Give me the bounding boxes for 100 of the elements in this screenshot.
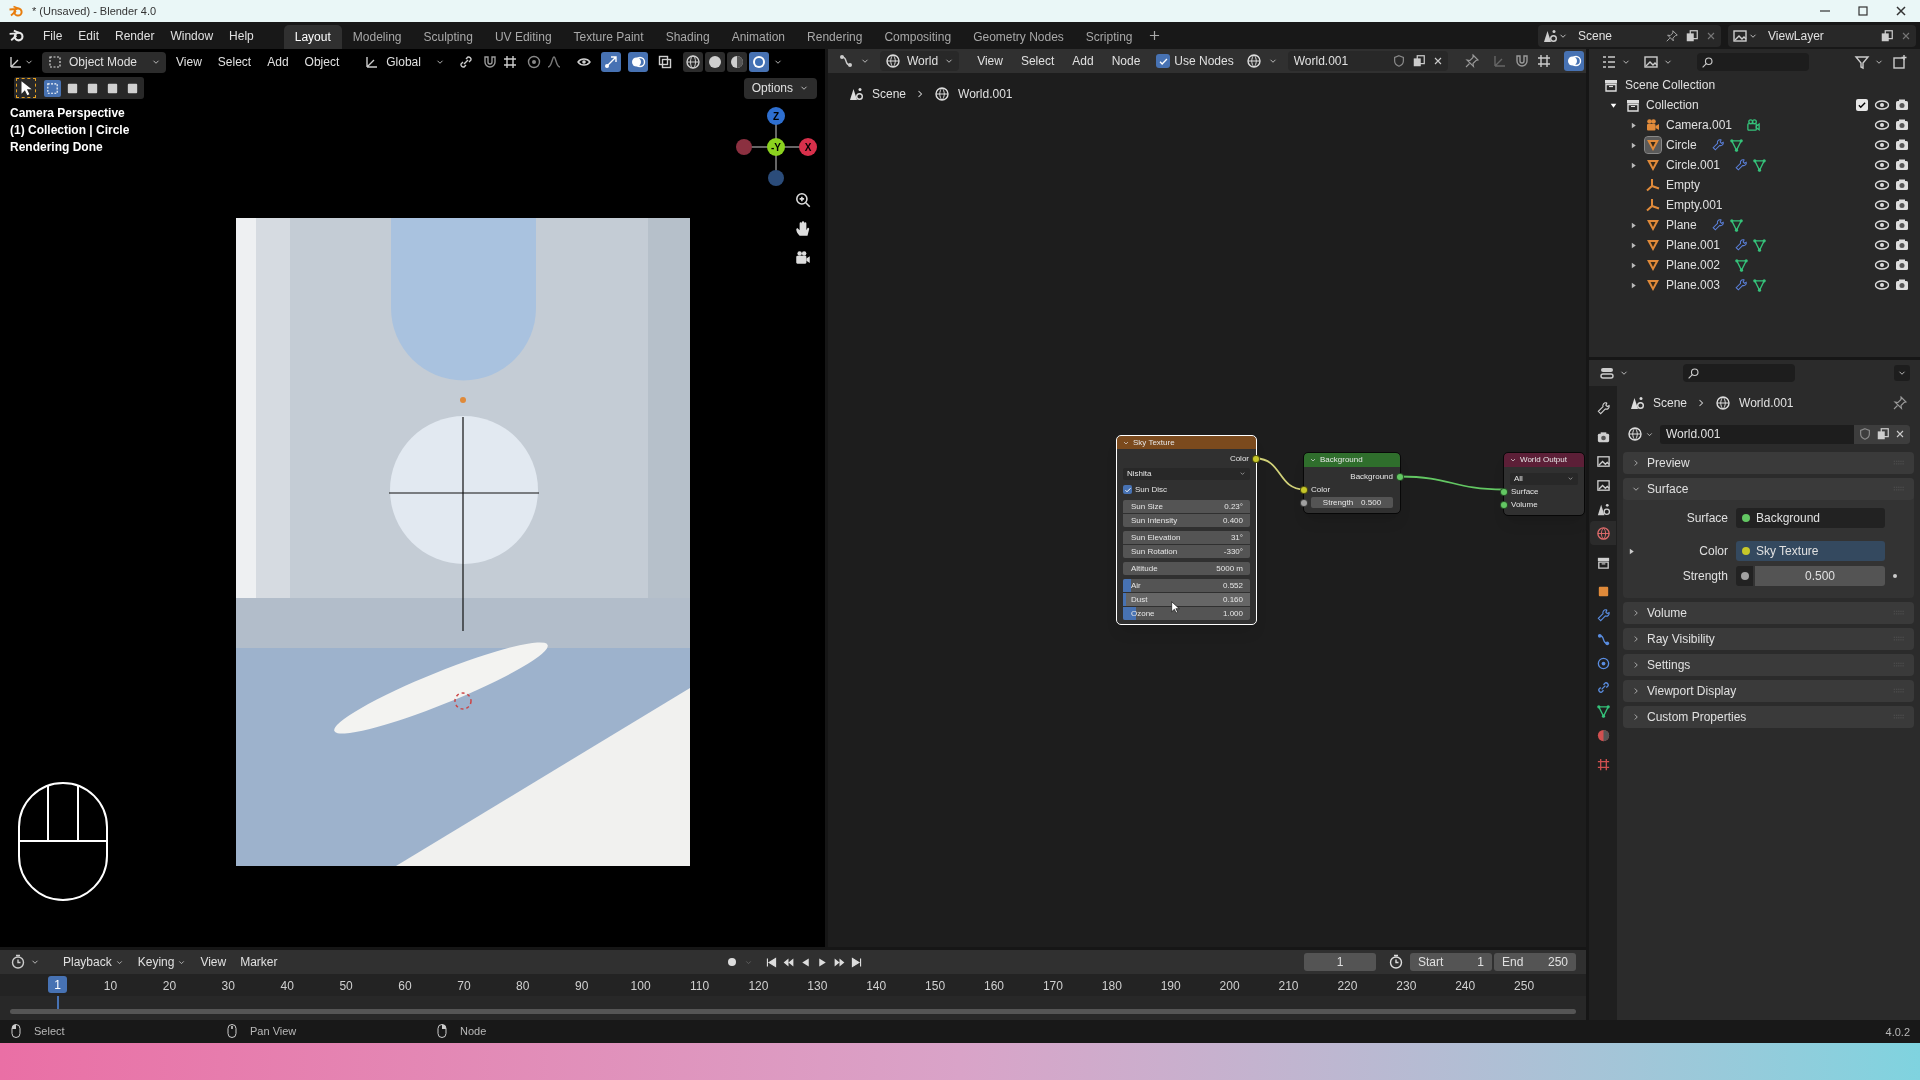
number-field[interactable]: Sun Elevation 31° xyxy=(1123,531,1250,544)
socket-label: Volume xyxy=(1511,498,1538,511)
node-title: Sky Texture xyxy=(1133,436,1175,449)
tree-item[interactable]: Circle xyxy=(1666,136,1697,154)
ruler-label: 10 xyxy=(103,978,118,995)
ruler-label: 70 xyxy=(457,978,471,995)
tree-item[interactable]: Plane.001 xyxy=(1666,236,1721,254)
slider-field[interactable]: Dust 0.160 xyxy=(1123,593,1250,606)
node-link-field[interactable]: Sky Texture xyxy=(1736,541,1885,561)
menu-item[interactable]: Add xyxy=(261,53,295,71)
axis-button[interactable]: Z xyxy=(767,107,785,125)
checkbox-label[interactable]: Use Nodes xyxy=(1174,52,1234,70)
playhead[interactable]: 1 xyxy=(48,976,67,993)
menu-item[interactable]: Node xyxy=(1105,52,1147,70)
node-header[interactable]: Sky Texture xyxy=(1117,436,1256,449)
mode-dropdown[interactable]: Object Mode xyxy=(42,51,167,73)
tree-item[interactable]: Scene Collection xyxy=(1625,76,1716,94)
dropdown[interactable]: All xyxy=(1510,472,1578,485)
property-label: Strength xyxy=(1682,568,1728,585)
menu-item[interactable]: Add xyxy=(1066,52,1100,70)
scene-selector[interactable]: Scene xyxy=(1538,24,1721,47)
frame-field[interactable]: Start 1 xyxy=(1410,953,1492,971)
datablock-field[interactable]: World.001 xyxy=(1660,424,1910,444)
number-field[interactable]: Sun Size 0.23° xyxy=(1123,500,1250,513)
number-field[interactable]: Strength 0.500 xyxy=(1311,497,1393,508)
workspace-tab[interactable]: Compositing xyxy=(873,25,963,49)
breadcrumb-item[interactable]: Scene xyxy=(1653,394,1688,412)
workspace-tab[interactable]: Shading xyxy=(654,25,721,49)
node-header[interactable]: World Output xyxy=(1504,453,1584,467)
checkbox-label[interactable]: Sun Disc xyxy=(1135,483,1167,496)
workspace-tab[interactable]: Geometry Nodes xyxy=(962,25,1075,49)
tree-item[interactable]: Empty xyxy=(1666,176,1700,194)
tree-item[interactable]: Camera.001 xyxy=(1666,116,1733,134)
ruler-label: 160 xyxy=(984,978,1004,995)
menu-item[interactable]: View xyxy=(195,953,232,971)
menu-item[interactable]: View xyxy=(170,53,208,71)
tree-item[interactable]: Plane.002 xyxy=(1666,256,1721,274)
tree-item[interactable]: Plane xyxy=(1666,216,1697,234)
workspace-tab[interactable]: Texture Paint xyxy=(562,25,655,49)
viewport-info-text: Rendering Done xyxy=(10,139,104,156)
axis-button[interactable]: X xyxy=(799,138,817,156)
ruler-label: 90 xyxy=(575,978,589,995)
frame-field[interactable]: End 250 xyxy=(1494,953,1576,971)
panel-header[interactable]: Preview xyxy=(1623,452,1914,474)
slider-field[interactable]: Air 0.552 xyxy=(1123,579,1250,592)
shader-type-dropdown[interactable]: World xyxy=(880,51,960,71)
panel-header[interactable]: Custom Properties xyxy=(1623,706,1914,728)
menu-item[interactable]: Edit xyxy=(70,24,108,47)
frame-field[interactable]: 1 xyxy=(1304,953,1376,971)
tree-item[interactable]: Empty.001 xyxy=(1666,196,1723,214)
socket-label: Color xyxy=(1311,483,1331,496)
workspace-tab[interactable]: Sculpting xyxy=(412,25,484,49)
workspace-tab[interactable]: Animation xyxy=(720,25,797,49)
menu-item[interactable]: Playback xyxy=(58,953,129,971)
workspace-tab[interactable]: Rendering xyxy=(796,25,874,49)
menu-item[interactable]: Select xyxy=(1014,52,1061,70)
workspace-tab[interactable]: Modeling xyxy=(341,25,413,49)
menu-item[interactable]: Marker xyxy=(235,953,283,971)
breadcrumb-item[interactable]: Scene xyxy=(872,85,907,103)
menu-item[interactable]: Object xyxy=(298,53,346,71)
window-title: * (Unsaved) - Blender 4.0 xyxy=(32,3,157,19)
orientation-dropdown[interactable]: Global xyxy=(359,51,450,73)
panel-header[interactable]: Ray Visibility xyxy=(1623,628,1914,650)
breadcrumb-item[interactable]: World.001 xyxy=(1739,394,1794,412)
menu-item[interactable]: Keying xyxy=(132,953,192,971)
menu-item[interactable]: Render xyxy=(107,24,163,47)
node-link-field[interactable]: Background xyxy=(1736,508,1885,528)
number-field[interactable]: Altitude 5000 m xyxy=(1123,562,1250,575)
menu-item[interactable]: Select xyxy=(211,53,258,71)
tree-item[interactable]: Circle.001 xyxy=(1666,156,1721,174)
tree-item[interactable]: Collection xyxy=(1646,96,1699,114)
number-field[interactable]: Sun Intensity 0.400 xyxy=(1123,514,1250,527)
menu-item[interactable]: File xyxy=(35,24,71,47)
menu-item[interactable]: Help xyxy=(221,24,262,47)
ruler-label: 140 xyxy=(866,978,887,995)
node-header[interactable]: Background xyxy=(1304,453,1400,467)
ruler-label: 120 xyxy=(748,978,769,995)
number-field[interactable]: 0.500 xyxy=(1755,566,1885,586)
tree-item[interactable]: Plane.003 xyxy=(1666,276,1721,294)
menu-item[interactable]: Window xyxy=(162,24,222,47)
workspace-tab[interactable]: Scripting xyxy=(1074,25,1144,49)
breadcrumb-item[interactable]: World.001 xyxy=(958,85,1013,103)
view-layer-selector[interactable]: ViewLayer xyxy=(1728,24,1916,47)
panel-header[interactable]: Settings xyxy=(1623,654,1914,676)
ruler-label: 130 xyxy=(807,978,828,995)
dropdown[interactable]: Nishita xyxy=(1123,467,1250,480)
axis-button[interactable]: -Y xyxy=(767,138,785,156)
ruler-label: 110 xyxy=(689,978,710,995)
menu-item[interactable]: View xyxy=(971,52,1009,70)
panel-header[interactable]: Surface xyxy=(1623,478,1914,500)
workspace-tab[interactable]: UV Editing xyxy=(483,25,563,49)
ruler-label: 20 xyxy=(162,978,177,995)
workspace-tab[interactable]: Layout xyxy=(283,25,342,49)
datablock-field[interactable]: World.001 xyxy=(1287,51,1448,71)
panel-header[interactable]: Viewport Display xyxy=(1623,680,1914,702)
panel-header[interactable]: Volume xyxy=(1623,602,1914,624)
number-field[interactable]: Sun Rotation -330° xyxy=(1123,545,1250,558)
options-dropdown[interactable]: Options xyxy=(743,77,817,99)
ruler-label: 200 xyxy=(1219,978,1240,995)
node-title: Background xyxy=(1320,454,1363,466)
